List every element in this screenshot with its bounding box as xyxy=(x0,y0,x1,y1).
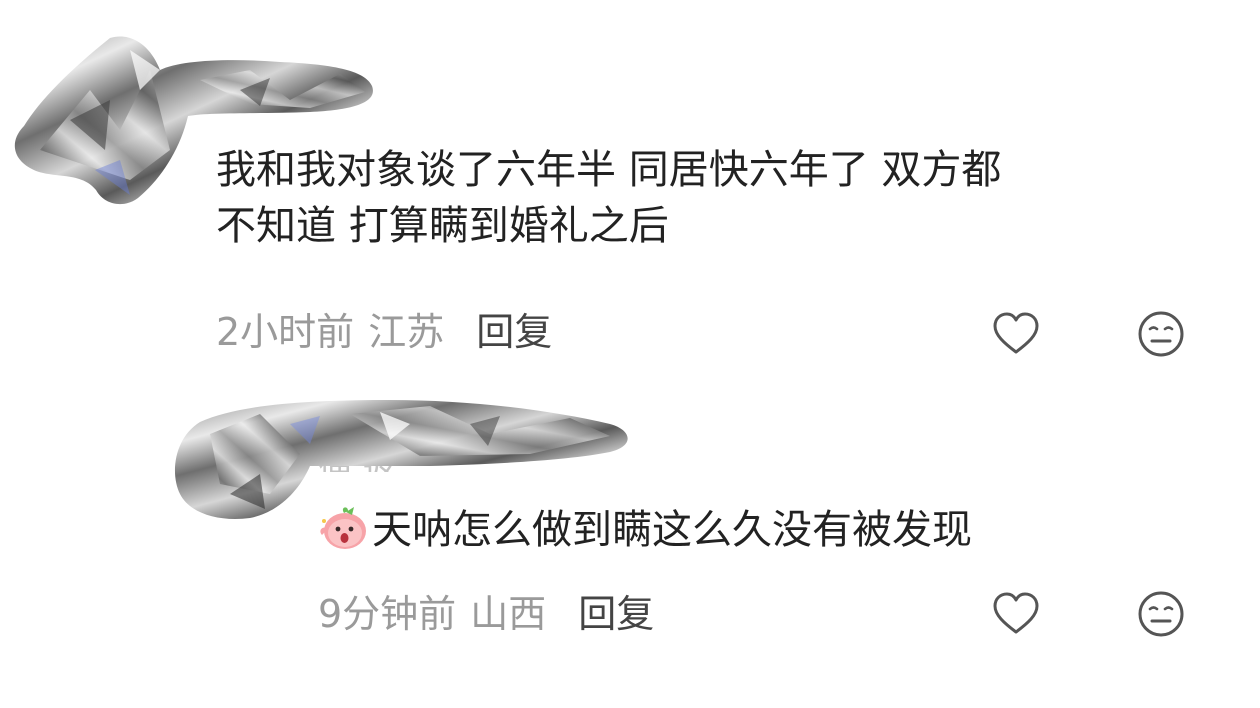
comment-time: 2小时前 xyxy=(216,310,355,354)
commenter-name-partial: 便 返 xyxy=(318,450,397,472)
comment-text: 天呐怎么做到瞒这么久没有被发现 xyxy=(318,502,972,558)
comment-text-line: 天呐怎么做到瞒这么久没有被发现 xyxy=(372,507,972,553)
shocked-peach-sticker-icon xyxy=(320,507,366,549)
comment-meta: 9分钟前 山西 回复 xyxy=(318,590,654,638)
meh-face-icon[interactable] xyxy=(1135,588,1187,640)
comment-meta: 2小时前 江苏 回复 xyxy=(216,308,552,356)
comment-region: 山西 xyxy=(470,592,547,636)
reply-button[interactable]: 回复 xyxy=(578,590,654,638)
meh-face-icon[interactable] xyxy=(1135,308,1187,360)
heart-outline-icon[interactable] xyxy=(990,308,1042,360)
heart-outline-icon[interactable] xyxy=(990,588,1042,640)
reply-comment-item: 便 返 天呐怎么做到瞒这么久没有被发现 9分钟前 山西 回复 xyxy=(0,380,1260,708)
comment-item: 我和我对象谈了六年半 同居快六年了 双方都 不知道 打算瞒到婚礼之后 2小时前 … xyxy=(0,0,1260,380)
reply-button[interactable]: 回复 xyxy=(476,308,552,356)
comment-text: 我和我对象谈了六年半 同居快六年了 双方都 不知道 打算瞒到婚礼之后 xyxy=(216,142,1001,254)
comment-time: 9分钟前 xyxy=(318,592,457,636)
comment-text-line: 我和我对象谈了六年半 同居快六年了 双方都 xyxy=(216,147,1002,193)
comment-text-line: 不知道 打算瞒到婚礼之后 xyxy=(216,203,669,249)
comment-region: 江苏 xyxy=(368,310,445,354)
